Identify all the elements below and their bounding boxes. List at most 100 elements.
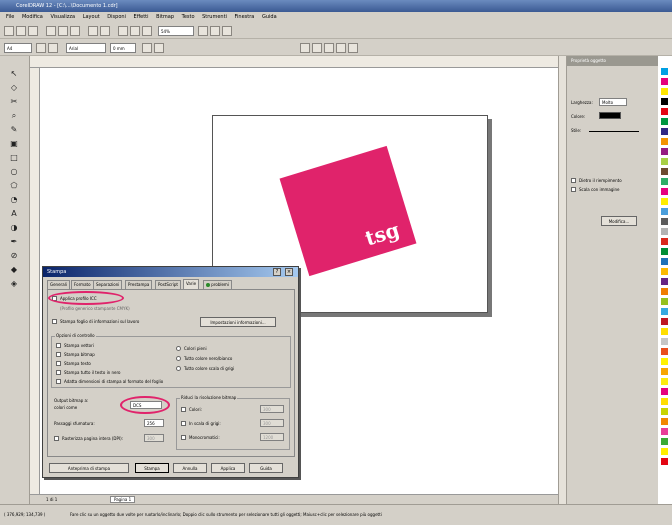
tab-prestampa[interactable]: Prestampa	[125, 280, 153, 289]
undo-icon[interactable]	[88, 26, 98, 36]
menu-modifica[interactable]: Modifica	[22, 12, 43, 23]
polygon-tool-icon[interactable]: ⬠	[8, 180, 20, 192]
swatch-rose[interactable]	[661, 388, 668, 395]
print-preview-button[interactable]: Anteprima di stampa	[49, 463, 129, 473]
guidelines-icon[interactable]	[312, 43, 322, 53]
swatch-magenta[interactable]	[661, 78, 668, 85]
swatch-crimson[interactable]	[661, 238, 668, 245]
print-text-checkbox[interactable]	[56, 361, 61, 366]
swatch-sky[interactable]	[661, 208, 668, 215]
swatch-canary[interactable]	[661, 378, 668, 385]
interactive-fill-icon[interactable]: ◈	[8, 278, 20, 290]
options-icon[interactable]	[222, 26, 232, 36]
export-icon[interactable]	[130, 26, 140, 36]
vertical-ruler[interactable]	[30, 68, 40, 494]
paste-icon[interactable]	[70, 26, 80, 36]
swatch-cyan[interactable]	[661, 68, 668, 75]
tab-postscript[interactable]: PostScript	[155, 280, 181, 289]
swatch-royal-blue[interactable]	[661, 258, 668, 265]
swatch-hot-pink[interactable]	[661, 428, 668, 435]
menu-layout[interactable]: Layout	[83, 12, 100, 23]
tab-problemi[interactable]: problemi	[203, 280, 232, 289]
swatch-yellow-2[interactable]	[661, 198, 668, 205]
new-icon[interactable]	[4, 26, 14, 36]
all-black-radio[interactable]	[176, 356, 181, 361]
close-icon[interactable]: ×	[285, 268, 293, 276]
outline-tool-icon[interactable]: ⊘	[8, 250, 20, 262]
snap-icon[interactable]	[324, 43, 334, 53]
job-info-settings-button[interactable]: Impostazioni informazioni...	[200, 317, 276, 327]
mono-downsample-field[interactable]: 1200	[260, 433, 284, 441]
swatch-green[interactable]	[661, 118, 668, 125]
text-in-black-checkbox[interactable]	[56, 370, 61, 375]
swatch-dark-red[interactable]	[661, 318, 668, 325]
menu-visualizza[interactable]: Visualizza	[50, 12, 75, 23]
swatch-teal[interactable]	[661, 178, 668, 185]
swatch-lemon[interactable]	[661, 328, 668, 335]
swatch-pumpkin[interactable]	[661, 418, 668, 425]
swatch-tangerine[interactable]	[661, 368, 668, 375]
cancel-button[interactable]: Annulla	[173, 463, 207, 473]
mono-downsample-checkbox[interactable]	[181, 435, 186, 440]
outline-style-line[interactable]	[589, 131, 639, 132]
apply-button[interactable]: Applica	[211, 463, 245, 473]
swatch-vermilion[interactable]	[661, 348, 668, 355]
swatch-yellow-green[interactable]	[661, 298, 668, 305]
print-button[interactable]: Stampa	[135, 463, 169, 473]
menu-disponi[interactable]: Disponi	[107, 12, 126, 23]
swatch-light-blue[interactable]	[661, 308, 668, 315]
swatch-light-gray[interactable]	[661, 228, 668, 235]
swatch-yellow-3[interactable]	[661, 448, 668, 455]
duplicate-distance-icon[interactable]	[154, 43, 164, 53]
app-launcher-icon[interactable]	[198, 26, 208, 36]
fill-tool-icon[interactable]: ◆	[8, 264, 20, 276]
crop-tool-icon[interactable]: ✂	[8, 96, 20, 108]
open-icon[interactable]	[16, 26, 26, 36]
print-bitmaps-checkbox[interactable]	[56, 352, 61, 357]
modify-button[interactable]: Modifica...	[601, 216, 637, 226]
swatch-bright-yellow[interactable]	[661, 358, 668, 365]
grayscale-downsample-checkbox[interactable]	[181, 421, 186, 426]
swatch-grass[interactable]	[661, 438, 668, 445]
pick-tool-icon[interactable]: ↖	[8, 68, 20, 80]
landscape-icon[interactable]	[48, 43, 58, 53]
interactive-blend-icon[interactable]: ◑	[8, 222, 20, 234]
text-tool-icon[interactable]: A	[8, 208, 20, 220]
menu-bitmap[interactable]: Bitmap	[156, 12, 174, 23]
rasterize-dpi-field[interactable]: 300	[144, 434, 164, 442]
help-icon[interactable]: ?	[273, 268, 281, 276]
smart-fill-icon[interactable]: ▣	[8, 138, 20, 150]
menu-file[interactable]: File	[6, 12, 14, 23]
help-button[interactable]: Guida	[249, 463, 283, 473]
page-tab[interactable]: Pagina 1	[110, 496, 136, 503]
save-icon[interactable]	[28, 26, 38, 36]
shape-tool-icon[interactable]: ◇	[8, 82, 20, 94]
cut-icon[interactable]	[46, 26, 56, 36]
tab-formato[interactable]: Formato	[71, 280, 94, 289]
swatch-gray[interactable]	[661, 218, 668, 225]
basic-shapes-icon[interactable]: ◔	[8, 194, 20, 206]
swatch-dark-green[interactable]	[661, 248, 668, 255]
swatch-red[interactable]	[661, 108, 668, 115]
menu-finestra[interactable]: Finestra	[235, 12, 255, 23]
horizontal-ruler[interactable]	[30, 56, 558, 68]
swatch-lime[interactable]	[661, 158, 668, 165]
print-vectors-checkbox[interactable]	[56, 343, 61, 348]
tab-separazioni[interactable]: Separazioni	[93, 280, 123, 289]
swatch-silver[interactable]	[661, 338, 668, 345]
fountain-steps-field[interactable]: 256	[144, 419, 164, 427]
scale-with-image-checkbox[interactable]	[571, 187, 576, 192]
import-icon[interactable]	[118, 26, 128, 36]
fit-to-page-checkbox[interactable]	[56, 379, 61, 384]
distribute-icon[interactable]	[348, 43, 358, 53]
rasterize-page-checkbox[interactable]	[54, 436, 59, 441]
color-downsample-checkbox[interactable]	[181, 407, 186, 412]
swatch-purple[interactable]	[661, 148, 668, 155]
outline-width-select[interactable]: Molto	[599, 98, 627, 106]
menu-testo[interactable]: Testo	[182, 12, 195, 23]
menu-strumenti[interactable]: Strumenti	[202, 12, 227, 23]
tab-generali[interactable]: Generali	[47, 280, 70, 289]
outline-color-swatch[interactable]	[599, 112, 621, 119]
swatch-blue[interactable]	[661, 128, 668, 135]
copy-icon[interactable]	[58, 26, 68, 36]
